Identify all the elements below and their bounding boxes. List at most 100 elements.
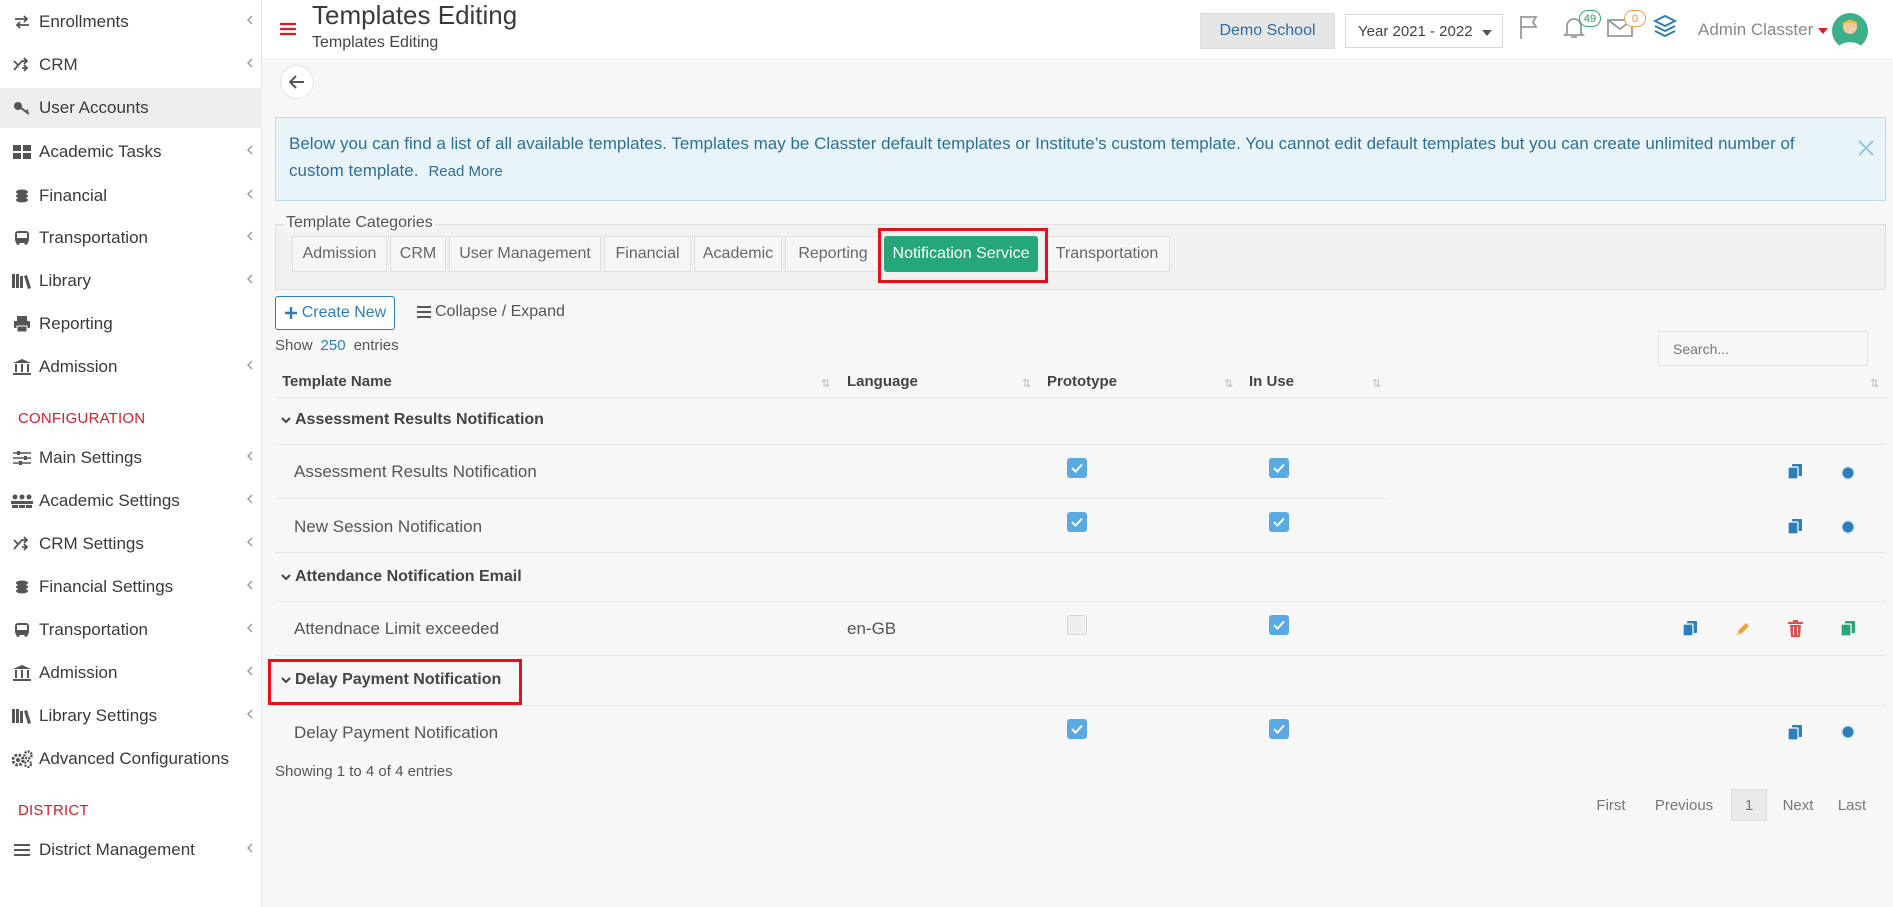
copy-icon[interactable] <box>1787 518 1803 540</box>
notifications-bell-icon[interactable]: 49 <box>1561 10 1601 45</box>
info-alert-text: Below you can find a list of all availab… <box>289 134 1795 180</box>
sidebar-item-library-settings[interactable]: Library Settings <box>0 696 262 736</box>
in-use-checkbox <box>1269 615 1289 635</box>
prototype-checkbox <box>1067 458 1087 478</box>
sidebar-item-user-accounts[interactable]: User Accounts <box>0 88 262 128</box>
school-selector-button[interactable]: Demo School <box>1200 13 1335 49</box>
avatar[interactable] <box>1832 13 1868 49</box>
sidebar-item-label: District Management <box>39 840 195 859</box>
pagination-previous[interactable]: Previous <box>1648 789 1720 821</box>
sort-icon[interactable]: ⇅ <box>821 377 830 390</box>
sidebar-item-library[interactable]: Library <box>0 261 262 301</box>
sort-icon[interactable]: ⇅ <box>1224 377 1233 390</box>
messages-badge: 0 <box>1624 10 1646 27</box>
pagination-page-1[interactable]: 1 <box>1731 789 1767 821</box>
column-header-template-name[interactable]: Template Name <box>282 373 392 390</box>
chevron-left-icon <box>246 13 254 31</box>
tasks-grid-icon <box>11 144 33 160</box>
chevron-left-icon <box>246 56 254 74</box>
delete-trash-icon[interactable] <box>1788 620 1803 642</box>
chevron-left-icon <box>246 492 254 510</box>
flag-icon[interactable] <box>1517 14 1543 45</box>
caret-down-icon <box>1482 30 1492 36</box>
year-select[interactable]: Year 2021 - 2022 <box>1345 14 1503 48</box>
close-icon[interactable] <box>1857 138 1875 165</box>
hamburger-menu-icon[interactable] <box>280 22 296 41</box>
pagination-last[interactable]: Last <box>1832 789 1872 821</box>
sidebar-item-label: Admission <box>39 663 118 682</box>
category-admission-button[interactable]: Admission <box>292 236 387 272</box>
sidebar-item-transportation[interactable]: Transportation <box>0 218 262 258</box>
sidebar-item-main-settings[interactable]: Main Settings <box>0 438 262 478</box>
sidebar-item-admission-settings[interactable]: Admission <box>0 653 262 693</box>
sidebar-item-label: Admission <box>39 357 118 376</box>
sidebar-item-financial-settings[interactable]: Financial Settings <box>0 567 262 607</box>
highlight-box-group <box>268 659 522 705</box>
sidebar-item-admission[interactable]: Admission <box>0 347 262 387</box>
user-menu-caret-icon[interactable] <box>1818 28 1828 34</box>
prototype-checkbox <box>1067 615 1087 635</box>
info-alert: Below you can find a list of all availab… <box>275 117 1886 201</box>
plus-icon <box>284 307 297 319</box>
bus-icon <box>11 230 33 246</box>
category-financial-button[interactable]: Financial <box>604 236 691 272</box>
entries-label: entries <box>353 337 399 354</box>
sidebar-item-label: Academic Tasks <box>39 142 162 161</box>
layers-icon[interactable] <box>1652 14 1678 45</box>
entries-count-select[interactable]: 250 <box>321 337 346 354</box>
sort-icon[interactable]: ⇅ <box>1022 377 1031 390</box>
column-header-language[interactable]: Language <box>847 373 918 390</box>
duplicate-icon[interactable] <box>1840 620 1856 642</box>
sidebar-item-label: Financial <box>39 186 108 205</box>
category-academic-button[interactable]: Academic <box>694 236 782 272</box>
sidebar-item-transportation-settings[interactable]: Transportation <box>0 610 262 650</box>
crm-shuffle-icon <box>11 536 33 552</box>
sidebar-item-district-management[interactable]: District Management <box>0 830 262 870</box>
category-user-management-button[interactable]: User Management <box>449 236 601 272</box>
sort-icon[interactable]: ⇅ <box>1372 377 1381 390</box>
group-row-assessment-results[interactable]: Assessment Results Notification <box>281 411 544 429</box>
read-more-link[interactable]: Read More <box>428 163 502 180</box>
sidebar-item-academic-tasks[interactable]: Academic Tasks <box>0 132 262 172</box>
user-menu-name[interactable]: Admin Classter <box>1698 20 1813 40</box>
category-crm-button[interactable]: CRM <box>390 236 446 272</box>
pagination-next[interactable]: Next <box>1777 789 1819 821</box>
collapse-expand-button[interactable]: Collapse / Expand <box>417 303 565 321</box>
sidebar-item-financial[interactable]: Financial <box>0 176 262 216</box>
chevron-left-icon <box>246 449 254 467</box>
status-dot-icon[interactable] <box>1840 519 1856 540</box>
status-dot-icon[interactable] <box>1840 724 1856 745</box>
chevron-left-icon <box>246 272 254 290</box>
sidebar-item-label: Main Settings <box>39 448 142 467</box>
sidebar-item-academic-settings[interactable]: Academic Settings <box>0 481 262 521</box>
column-header-prototype[interactable]: Prototype <box>1047 373 1117 390</box>
group-name: Assessment Results Notification <box>295 411 544 428</box>
chevron-down-icon <box>281 574 291 581</box>
sidebar-item-crm[interactable]: CRM <box>0 45 262 85</box>
search-input[interactable] <box>1658 331 1868 366</box>
copy-icon[interactable] <box>1787 724 1803 746</box>
sidebar-item-enrollments[interactable]: Enrollments <box>0 2 262 42</box>
row-divider <box>275 444 1886 445</box>
category-transportation-button[interactable]: Transportation <box>1044 236 1170 272</box>
back-button[interactable] <box>280 65 314 99</box>
pagination-first[interactable]: First <box>1588 789 1634 821</box>
copy-icon[interactable] <box>1682 620 1698 642</box>
messages-envelope-icon[interactable]: 0 <box>1606 10 1646 45</box>
sidebar-item-label: Library Settings <box>39 706 158 725</box>
group-row-attendance-notification[interactable]: Attendance Notification Email <box>281 568 522 586</box>
row-divider <box>275 552 1886 553</box>
sort-icon[interactable]: ⇅ <box>1870 377 1879 390</box>
create-new-button[interactable]: Create New <box>275 296 395 330</box>
status-dot-icon[interactable] <box>1840 465 1856 486</box>
sidebar-item-advanced-configurations[interactable]: Advanced Configurations <box>0 739 262 779</box>
top-header: Templates Editing Templates Editing Demo… <box>262 0 1893 60</box>
copy-icon[interactable] <box>1787 463 1803 485</box>
column-header-in-use[interactable]: In Use <box>1249 373 1294 390</box>
edit-pencil-icon[interactable] <box>1735 621 1751 642</box>
sidebar-item-reporting[interactable]: Reporting <box>0 304 262 344</box>
category-reporting-button[interactable]: Reporting <box>785 236 881 272</box>
sidebar-item-label: Transportation <box>39 228 148 247</box>
sidebar-item-crm-settings[interactable]: CRM Settings <box>0 524 262 564</box>
sidebar-item-label: CRM <box>39 55 78 74</box>
